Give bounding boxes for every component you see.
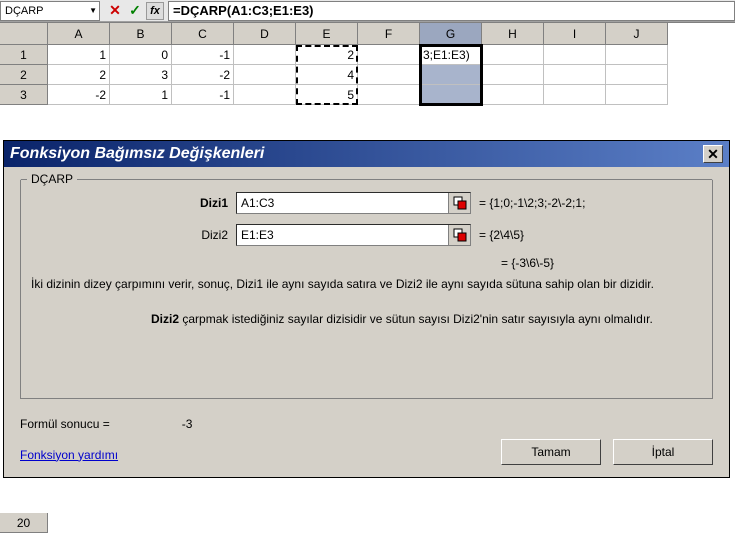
col-header-B[interactable]: B <box>110 23 172 45</box>
cell-H3[interactable] <box>482 85 544 105</box>
row-header-2[interactable]: 2 <box>0 65 48 85</box>
col-header-D[interactable]: D <box>234 23 296 45</box>
col-header-I[interactable]: I <box>544 23 606 45</box>
formula-result-value: -3 <box>182 417 193 431</box>
dialog-buttons: Tamam İptal <box>501 439 713 465</box>
cell-B2[interactable]: 3 <box>110 65 172 85</box>
name-box-text: DÇARP <box>5 5 44 17</box>
row-1: 1 1 0 -1 2 3;E1:E3) <box>0 45 735 65</box>
arg-label-1: Dizi1 <box>31 196 236 210</box>
arg-result-1: = {1;0;-1\2;3;-2\-2;1; <box>479 196 585 210</box>
overall-result: = {-3\6\-5} <box>501 256 702 270</box>
function-description: İki dizinin dizey çarpımını verir, sonuç… <box>31 276 702 293</box>
fx-icon[interactable]: fx <box>146 2 164 20</box>
fieldset-legend: DÇARP <box>27 172 77 186</box>
row-3: 3 -2 1 -1 5 <box>0 85 735 105</box>
arg-input-2[interactable] <box>237 228 448 242</box>
cell-I3[interactable] <box>544 85 606 105</box>
cell-I2[interactable] <box>544 65 606 85</box>
param-name: Dizi2 <box>151 312 179 326</box>
cell-C3[interactable]: -1 <box>172 85 234 105</box>
arg-result-2: = {2\4\5} <box>479 228 524 242</box>
column-headers: A B C D E F G H I J <box>0 23 735 45</box>
dialog-titlebar[interactable]: Fonksiyon Bağımsız Değişkenleri ✕ <box>4 141 729 167</box>
param-description: Dizi2 çarpmak istediğiniz sayılar dizisi… <box>151 311 702 328</box>
dropdown-arrow-icon[interactable]: ▼ <box>89 6 97 15</box>
row-header-20[interactable]: 20 <box>0 513 48 533</box>
function-fieldset: DÇARP Dizi1 = {1;0;-1\2;3;-2\-2;1; Dizi2 <box>20 179 713 399</box>
col-header-A[interactable]: A <box>48 23 110 45</box>
corner-cell[interactable] <box>0 23 48 45</box>
cell-G2[interactable] <box>420 65 482 85</box>
formula-bar: DÇARP ▼ ✕ ✓ fx =DÇARP(A1:C3;E1:E3) <box>0 0 735 22</box>
cell-A2[interactable]: 2 <box>48 65 110 85</box>
cancel-icon[interactable]: ✕ <box>106 2 124 20</box>
cell-G3[interactable] <box>420 85 482 105</box>
col-header-G[interactable]: G <box>420 23 482 45</box>
arg-input-1[interactable] <box>237 196 448 210</box>
function-arguments-dialog: Fonksiyon Bağımsız Değişkenleri ✕ DÇARP … <box>3 140 730 478</box>
arg-row-1: Dizi1 = {1;0;-1\2;3;-2\-2;1; <box>31 192 702 214</box>
cell-A3[interactable]: -2 <box>48 85 110 105</box>
arg-row-2: Dizi2 = {2\4\5} <box>31 224 702 246</box>
cell-J2[interactable] <box>606 65 668 85</box>
range-selector-icon[interactable] <box>448 225 470 245</box>
dialog-body: DÇARP Dizi1 = {1;0;-1\2;3;-2\-2;1; Dizi2 <box>4 167 729 477</box>
dialog-footer: Formül sonucu = -3 <box>20 411 713 435</box>
row-header-3[interactable]: 3 <box>0 85 48 105</box>
col-header-F[interactable]: F <box>358 23 420 45</box>
formula-icons: ✕ ✓ fx <box>106 2 164 20</box>
arg-label-2: Dizi2 <box>31 228 236 242</box>
cell-E2[interactable]: 4 <box>296 65 358 85</box>
col-header-J[interactable]: J <box>606 23 668 45</box>
arg-input-wrap-2 <box>236 224 471 246</box>
ok-button[interactable]: Tamam <box>501 439 601 465</box>
cell-D1[interactable] <box>234 45 296 65</box>
range-selector-icon[interactable] <box>448 193 470 213</box>
formula-result-label: Formül sonucu = <box>20 417 110 431</box>
cell-E3[interactable]: 5 <box>296 85 358 105</box>
cell-H1[interactable] <box>482 45 544 65</box>
cell-F1[interactable] <box>358 45 420 65</box>
cell-C1[interactable]: -1 <box>172 45 234 65</box>
col-header-E[interactable]: E <box>296 23 358 45</box>
cell-B3[interactable]: 1 <box>110 85 172 105</box>
col-header-C[interactable]: C <box>172 23 234 45</box>
param-desc-text: çarpmak istediğiniz sayılar dizisidir ve… <box>182 312 652 326</box>
help-link[interactable]: Fonksiyon yardımı <box>20 448 118 462</box>
formula-input[interactable]: =DÇARP(A1:C3;E1:E3) <box>168 1 735 21</box>
cell-H2[interactable] <box>482 65 544 85</box>
dialog-title-text: Fonksiyon Bağımsız Değişkenleri <box>10 145 264 163</box>
row-2: 2 2 3 -2 4 <box>0 65 735 85</box>
cell-D3[interactable] <box>234 85 296 105</box>
cell-J3[interactable] <box>606 85 668 105</box>
footer-row: Fonksiyon yardımı Tamam İptal <box>20 439 713 465</box>
arg-input-wrap-1 <box>236 192 471 214</box>
cell-E1[interactable]: 2 <box>296 45 358 65</box>
row-header-1[interactable]: 1 <box>0 45 48 65</box>
accept-icon[interactable]: ✓ <box>126 2 144 20</box>
cell-G1[interactable]: 3;E1:E3) <box>420 45 482 65</box>
cell-B1[interactable]: 0 <box>110 45 172 65</box>
cell-F2[interactable] <box>358 65 420 85</box>
cell-F3[interactable] <box>358 85 420 105</box>
cell-J1[interactable] <box>606 45 668 65</box>
cell-A1[interactable]: 1 <box>48 45 110 65</box>
cell-D2[interactable] <box>234 65 296 85</box>
col-header-H[interactable]: H <box>482 23 544 45</box>
cancel-button[interactable]: İptal <box>613 439 713 465</box>
cell-I1[interactable] <box>544 45 606 65</box>
name-box[interactable]: DÇARP ▼ <box>0 1 100 21</box>
spreadsheet: A B C D E F G H I J 1 1 0 -1 2 3;E1:E3) … <box>0 22 735 105</box>
close-icon[interactable]: ✕ <box>703 145 723 163</box>
cell-C2[interactable]: -2 <box>172 65 234 85</box>
